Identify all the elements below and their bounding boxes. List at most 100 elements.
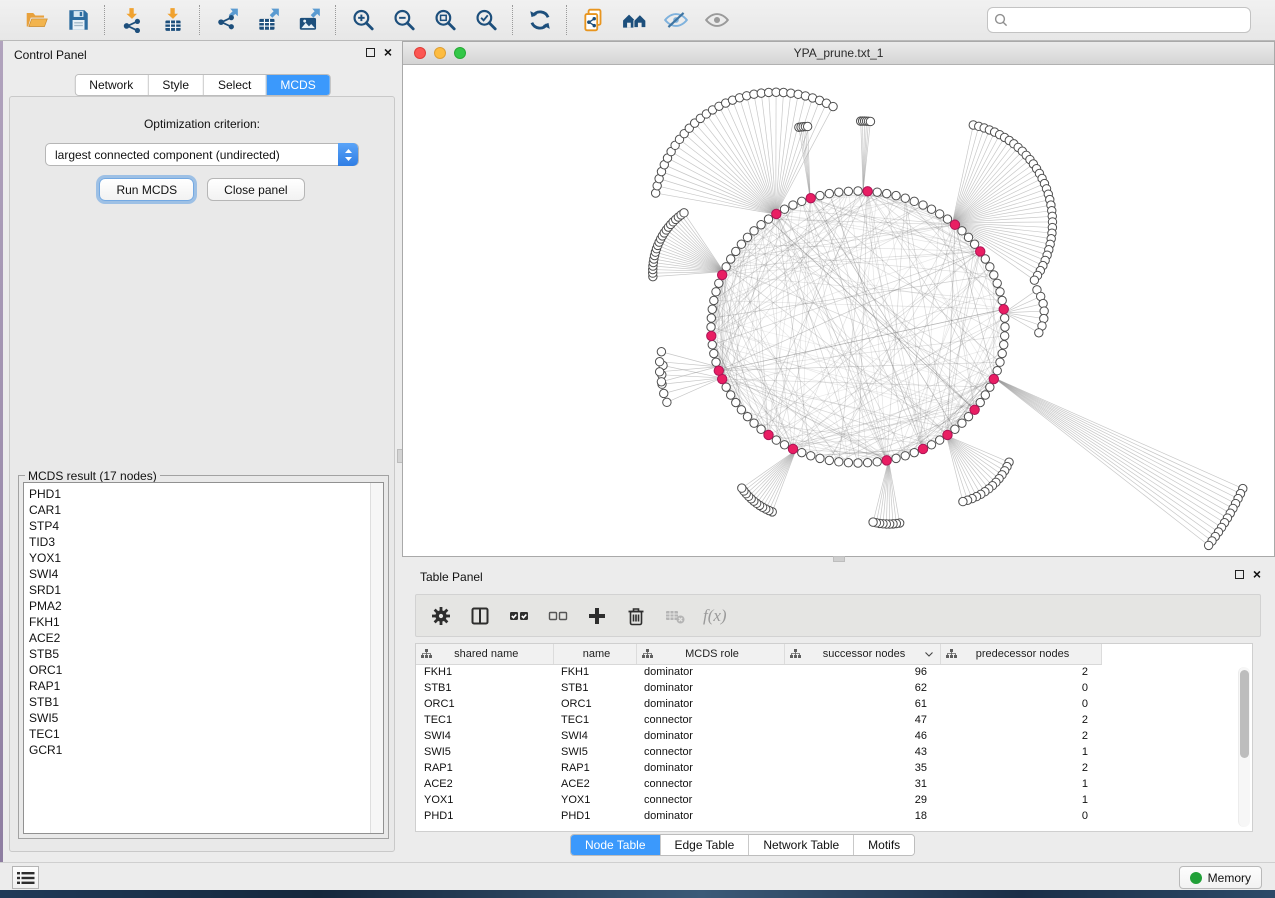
table-row[interactable]: TEC1TEC1connector472 [416,712,1101,728]
graph-node[interactable] [919,201,927,209]
zoom-in-icon[interactable] [349,7,376,34]
graph-dominator-node[interactable] [999,305,1008,314]
graph-node[interactable] [780,205,788,213]
graph-node[interactable] [854,459,862,467]
mcds-result-item[interactable]: ORC1 [29,662,383,678]
graph-node[interactable] [998,349,1006,357]
graph-dominator-node[interactable] [806,194,815,203]
graph-dominator-node[interactable] [863,187,872,196]
show-all-icon[interactable] [703,7,730,34]
graph-node[interactable] [998,296,1006,304]
select-all-checkboxes-icon[interactable] [508,605,530,627]
graph-leaf-node[interactable] [1030,276,1038,284]
save-session-icon[interactable] [64,7,91,34]
graph-node[interactable] [750,227,758,235]
graph-node[interactable] [772,436,780,444]
graph-node[interactable] [986,263,994,271]
graph-node[interactable] [750,419,758,427]
graph-node[interactable] [901,194,909,202]
close-table-panel-icon[interactable]: × [1253,569,1261,580]
graph-node[interactable] [935,210,943,218]
graph-node[interactable] [726,391,734,399]
graph-node[interactable] [844,187,852,195]
graph-node[interactable] [707,323,715,331]
mcds-result-item[interactable]: PHD1 [29,486,383,502]
graph-dominator-node[interactable] [788,444,797,453]
network-graph[interactable] [403,65,1274,556]
mcds-result-item[interactable]: SWI5 [29,710,383,726]
import-network-icon[interactable] [118,7,145,34]
graph-node[interactable] [892,454,900,462]
graph-leaf-node[interactable] [680,209,688,217]
graph-node[interactable] [807,452,815,460]
graph-node[interactable] [712,358,720,366]
graph-node[interactable] [1000,341,1008,349]
graph-node[interactable] [996,288,1004,296]
graph-node[interactable] [981,391,989,399]
mcds-result-item[interactable]: TID3 [29,534,383,550]
list-scrollbar[interactable] [370,483,383,833]
mcds-result-item[interactable]: TEC1 [29,726,383,742]
graph-dominator-node[interactable] [970,405,979,414]
graph-node[interactable] [789,201,797,209]
mcds-result-item[interactable]: CAR1 [29,502,383,518]
graph-node[interactable] [910,448,918,456]
graph-node[interactable] [732,247,740,255]
graph-leaf-node[interactable] [1035,329,1043,337]
graph-node[interactable] [715,279,723,287]
mcds-result-item[interactable]: SWI4 [29,566,383,582]
table-row[interactable]: ACE2ACE2connector311 [416,776,1101,792]
table-tab-node-table[interactable]: Node Table [571,835,660,855]
graph-node[interactable] [764,215,772,223]
zoom-out-icon[interactable] [390,7,417,34]
mcds-result-item[interactable]: PMA2 [29,598,383,614]
graph-node[interactable] [710,296,718,304]
graph-leaf-node[interactable] [803,122,811,130]
column-header-mcds-role[interactable]: MCDS role [636,644,784,664]
graph-node[interactable] [743,233,751,241]
graph-node[interactable] [707,314,715,322]
graph-node[interactable] [757,425,765,433]
show-columns-icon[interactable] [469,605,491,627]
graph-node[interactable] [722,263,730,271]
graph-dominator-node[interactable] [707,331,716,340]
graph-node[interactable] [835,188,843,196]
mcds-result-item[interactable]: STP4 [29,518,383,534]
export-network-icon[interactable] [213,7,240,34]
graph-node[interactable] [1001,323,1009,331]
open-file-icon[interactable] [23,7,50,34]
graph-dominator-node[interactable] [882,456,891,465]
column-header-name[interactable]: name [553,644,636,664]
minimize-window-icon[interactable] [434,47,446,59]
graph-node[interactable] [708,341,716,349]
graph-dominator-node[interactable] [717,270,726,279]
graph-dominator-node[interactable] [772,209,781,218]
mcds-result-item[interactable]: GCR1 [29,742,383,758]
graph-node[interactable] [993,367,1001,375]
graph-dominator-node[interactable] [764,430,773,439]
maximize-window-icon[interactable] [454,47,466,59]
mcds-result-item[interactable]: STB1 [29,694,383,710]
hide-selected-icon[interactable] [662,7,689,34]
graph-leaf-node[interactable] [866,117,874,125]
graph-node[interactable] [892,191,900,199]
graph-leaf-node[interactable] [655,368,663,376]
graph-node[interactable] [798,448,806,456]
table-row[interactable]: PHD1PHD1dominator180 [416,808,1101,824]
scrollbar-thumb[interactable] [1240,670,1249,758]
table-row[interactable]: SWI5SWI5connector431 [416,744,1101,760]
graph-node[interactable] [780,441,788,449]
graph-node[interactable] [1000,314,1008,322]
table-row[interactable]: ORC1ORC1dominator610 [416,696,1101,712]
table-tab-motifs[interactable]: Motifs [853,835,914,855]
graph-dominator-node[interactable] [989,374,998,383]
table-row[interactable]: YOX1YOX1connector291 [416,792,1101,808]
tab-mcds[interactable]: MCDS [265,75,329,95]
column-header-successor-nodes[interactable]: successor nodes [784,644,940,664]
graph-node[interactable] [951,425,959,433]
table-row[interactable]: SWI4SWI4dominator462 [416,728,1101,744]
column-header-shared-name[interactable]: shared name [416,644,553,664]
import-table-icon[interactable] [159,7,186,34]
graph-leaf-node[interactable] [657,348,665,356]
graph-node[interactable] [964,233,972,241]
